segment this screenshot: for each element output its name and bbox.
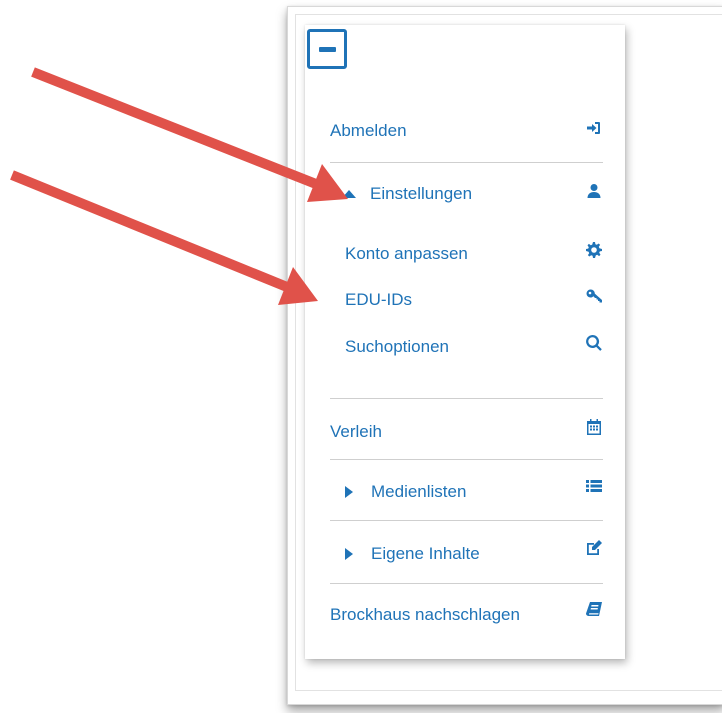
menu-item-edu-ids[interactable]: EDU-IDs [345, 286, 412, 314]
menu-item-logout[interactable]: Abmelden [330, 117, 407, 145]
annotation-arrow [10, 170, 318, 305]
menu-item-lending[interactable]: Verleih [330, 418, 382, 446]
menu-divider [330, 459, 603, 460]
minus-icon [319, 47, 336, 52]
menu-item-settings[interactable]: Einstellungen [342, 180, 472, 208]
menu-item-label: Verleih [330, 422, 382, 441]
menu-item-label: EDU-IDs [345, 290, 413, 309]
menu-divider [330, 520, 603, 521]
menu-item-search-options[interactable]: Suchoptionen [345, 333, 449, 361]
menu-item-own-content[interactable]: Eigene Inhalte [345, 540, 480, 568]
menu-item-label: Eigene Inhalte [371, 544, 480, 563]
caret-right-icon [345, 548, 353, 560]
key-icon [584, 286, 604, 306]
list-icon [584, 476, 604, 496]
menu-item-label: Suchoptionen [345, 337, 449, 356]
menu-item-label: Medienlisten [371, 482, 467, 501]
side-menu: Abmelden Einstellungen Konto anpassen ED… [305, 25, 625, 659]
sign-in-icon [584, 118, 604, 138]
edit-icon [584, 538, 604, 558]
menu-item-label: Konto anpassen [345, 244, 468, 263]
menu-divider [330, 398, 603, 399]
caret-up-icon [342, 190, 356, 198]
menu-item-label: Einstellungen [370, 184, 473, 203]
menu-item-account[interactable]: Konto anpassen [345, 240, 468, 268]
menu-item-label: Brockhaus nachschlagen [330, 605, 520, 624]
search-icon [584, 333, 604, 353]
collapse-menu-button[interactable] [307, 29, 347, 69]
menu-item-brockhaus[interactable]: Brockhaus nachschlagen [330, 601, 520, 629]
menu-item-media-lists[interactable]: Medienlisten [345, 478, 466, 506]
menu-divider [330, 583, 603, 584]
gear-icon [584, 240, 604, 260]
book-icon [584, 600, 604, 620]
caret-right-icon [345, 486, 353, 498]
user-icon [584, 181, 604, 201]
menu-item-label: Abmelden [330, 121, 407, 140]
calendar-icon [584, 417, 604, 437]
menu-divider [330, 162, 603, 163]
